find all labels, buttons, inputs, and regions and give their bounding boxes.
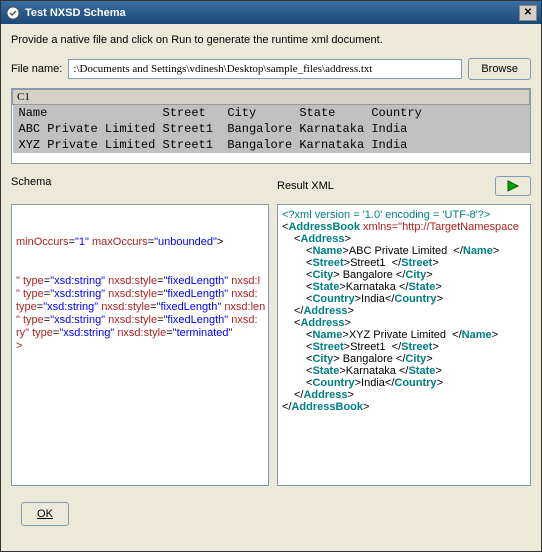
titlebar: Test NXSD Schema ✕ <box>1 1 541 24</box>
close-button[interactable]: ✕ <box>519 5 537 21</box>
run-button[interactable] <box>495 176 531 196</box>
grid-column-header: C1 <box>13 90 530 105</box>
test-nxsd-schema-window: Test NXSD Schema ✕ Provide a native file… <box>0 0 542 552</box>
schema-label: Schema <box>11 176 269 196</box>
window-title: Test NXSD Schema <box>25 7 519 19</box>
content-area: Provide a native file and click on Run t… <box>1 24 541 551</box>
table-row: XYZ Private Limited Street1 Bangalore Ka… <box>13 137 530 153</box>
table-row: Name Street City State Country <box>13 105 530 122</box>
result-xml-label: Result XML <box>277 180 334 192</box>
data-preview-grid[interactable]: C1 Name Street City State Country ABC Pr… <box>11 88 531 164</box>
browse-button[interactable]: Browse <box>468 58 531 80</box>
file-name-input[interactable] <box>68 59 462 79</box>
table-row: ABC Private Limited Street1 Bangalore Ka… <box>13 121 530 137</box>
result-xml-panel[interactable]: <?xml version = '1.0' encoding = 'UTF-8'… <box>277 204 531 486</box>
app-icon <box>5 5 21 21</box>
play-icon <box>506 180 520 192</box>
file-row: File name: Browse <box>11 58 531 80</box>
ok-button[interactable]: OK <box>21 502 69 526</box>
file-name-label: File name: <box>11 63 62 75</box>
schema-panel[interactable]: minOccurs="1" maxOccurs="unbounded"> " t… <box>11 204 269 486</box>
instruction-text: Provide a native file and click on Run t… <box>11 34 531 46</box>
